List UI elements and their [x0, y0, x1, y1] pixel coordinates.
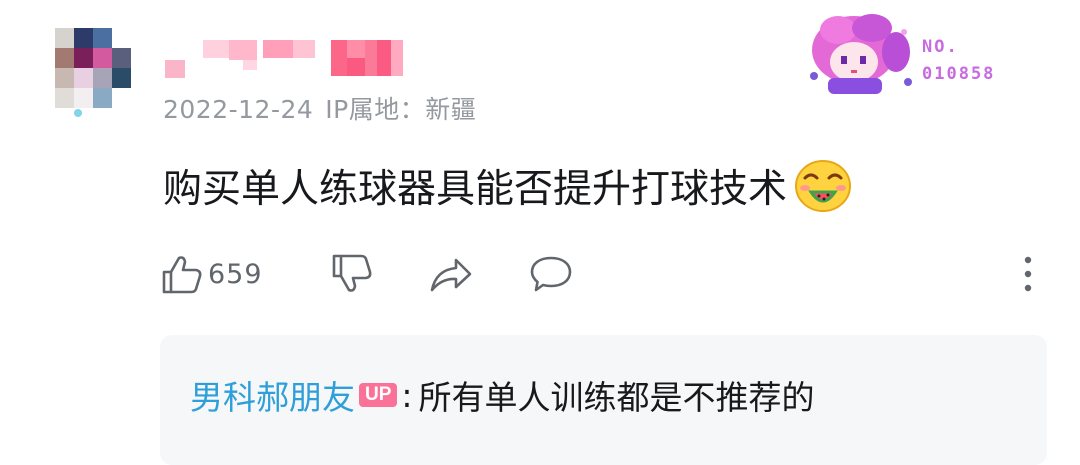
username-pixelated[interactable] — [163, 40, 413, 78]
reply-separator: : — [401, 375, 413, 415]
fan-badge-label: NO. — [922, 37, 959, 57]
avatar[interactable] — [55, 28, 131, 110]
share-button[interactable] — [428, 252, 474, 296]
comment-ip-location: IP属地：新疆 — [325, 95, 477, 124]
share-arrow-icon — [430, 258, 472, 292]
comment-meta: 2022-12-24 IP属地：新疆 — [163, 90, 488, 126]
thumbs-up-icon — [162, 256, 202, 294]
reply-author[interactable]: 男科郝朋友 — [190, 371, 355, 419]
like-button[interactable]: 659 — [160, 252, 263, 296]
reply-button[interactable] — [528, 252, 574, 296]
like-count: 659 — [208, 258, 263, 290]
thumbs-down-icon — [332, 254, 372, 292]
up-badge: UP — [359, 383, 398, 407]
comment-action-bar: 659 — [160, 252, 1040, 298]
more-options-button[interactable] — [1020, 252, 1036, 296]
avatar-status-dot — [74, 109, 82, 117]
anime-character-badge-icon — [810, 14, 912, 94]
comment-body: 购买单人练球器具能否提升打球技术 — [163, 158, 853, 214]
comment-bubble-icon — [530, 256, 572, 292]
dislike-button[interactable] — [330, 252, 374, 296]
comment-date: 2022-12-24 — [163, 95, 314, 124]
more-vertical-icon — [1024, 256, 1032, 292]
reply-content: 所有单人训练都是不推荐的 — [418, 378, 815, 417]
fan-badge-number: 010858 — [922, 64, 996, 84]
greedy-face-emoji-icon — [795, 160, 852, 212]
reply-preview[interactable]: 男科郝朋友 UP : 所有单人训练都是不推荐的 — [160, 335, 1047, 465]
fan-badge[interactable]: NO. 010858 — [808, 12, 1023, 94]
comment-text: 购买单人练球器具能否提升打球技术 — [163, 167, 788, 212]
reply-preview-line: 男科郝朋友 UP : 所有单人训练都是不推荐的 — [190, 371, 815, 419]
